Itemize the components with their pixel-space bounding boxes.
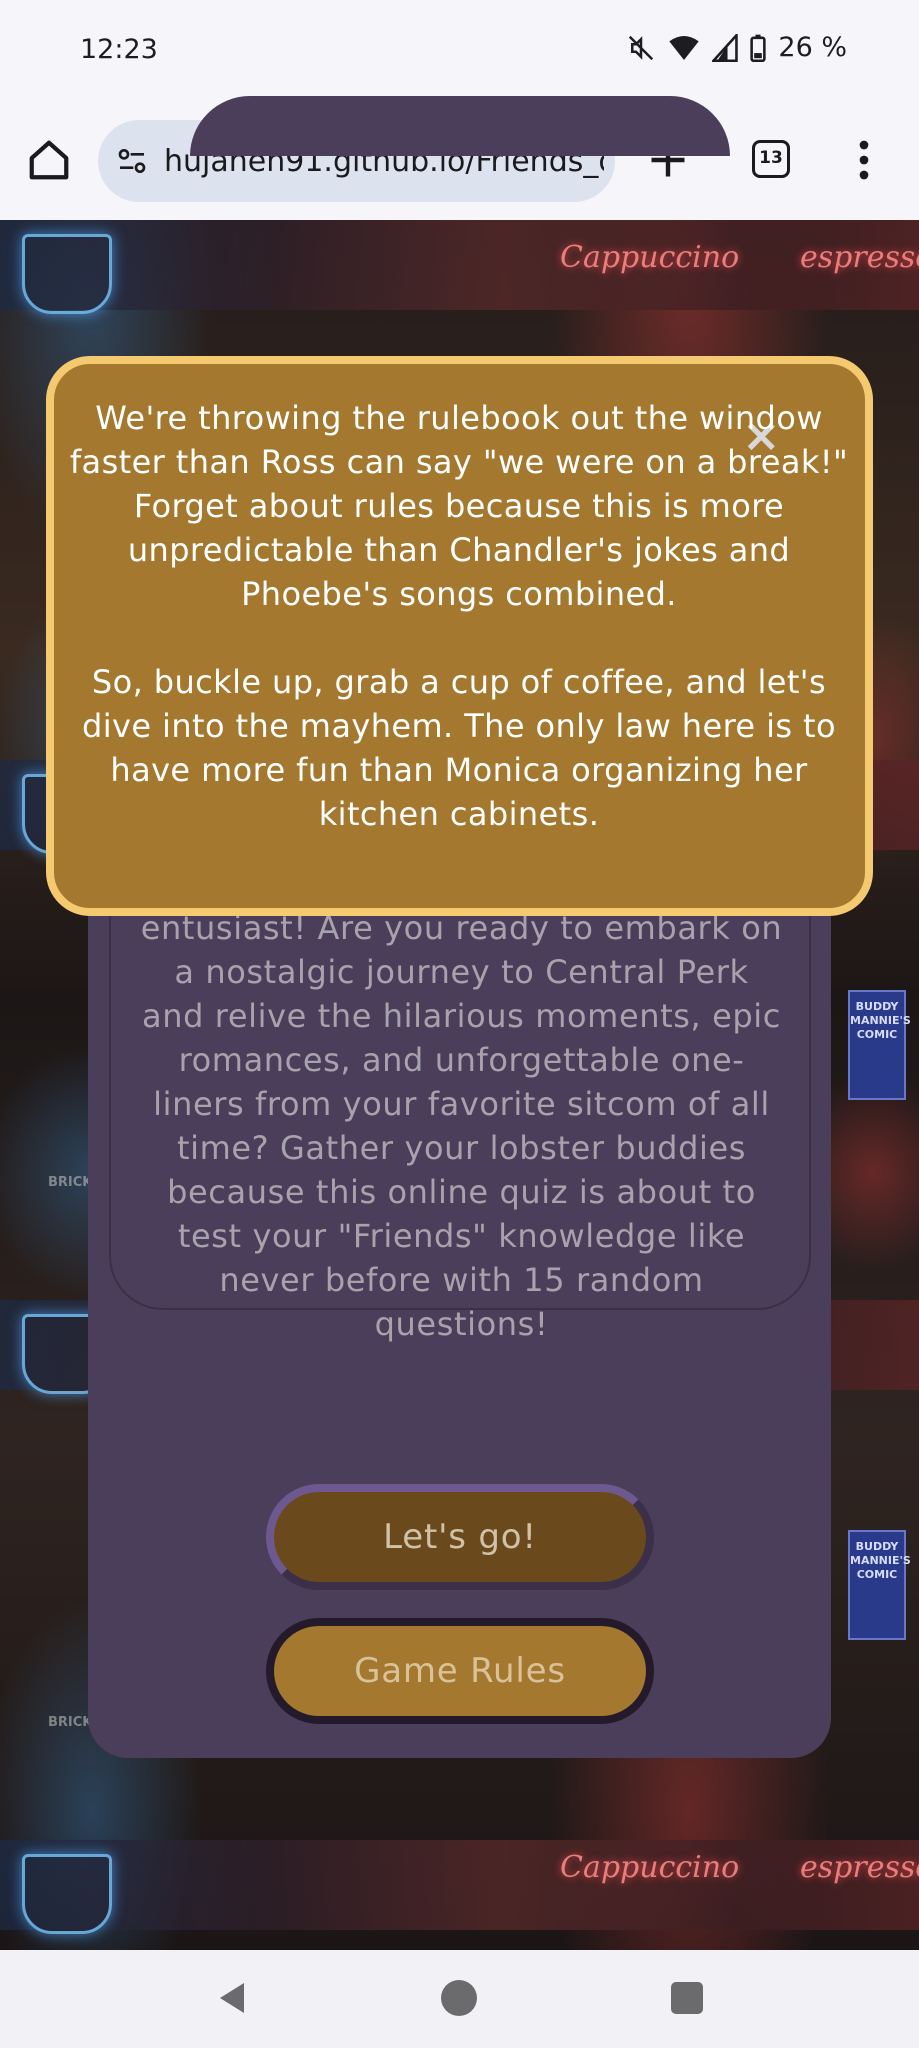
rules-paragraph-1: We're throwing the rulebook out the wind… — [69, 399, 849, 613]
game-rules-button[interactable]: Game Rules — [266, 1618, 654, 1724]
battery-icon — [750, 34, 767, 62]
status-time: 12:23 — [80, 34, 158, 65]
comic-poster: BUDDY MANNIE'S COMIC — [848, 1530, 911, 1640]
neon-cup-icon — [22, 234, 112, 314]
cappuccino-sign: Cappuccino — [560, 1850, 740, 1885]
home-nav-icon[interactable] — [441, 1980, 477, 2016]
card-top — [190, 96, 730, 156]
wifi-icon — [668, 33, 700, 63]
mute-icon — [626, 33, 656, 63]
background-band — [0, 1840, 919, 1930]
recents-icon[interactable] — [671, 1982, 703, 2014]
system-nav-bar — [0, 1950, 919, 2048]
comic-poster: BUDDY MANNIE'S COMIC — [848, 990, 911, 1100]
start-quiz-button[interactable]: Let's go! — [266, 1484, 654, 1590]
menu-icon[interactable] — [858, 140, 870, 184]
cappuccino-sign: Cappuccino — [560, 240, 740, 275]
status-icons: 26 % — [626, 32, 847, 63]
espresso-sign: espresso — [800, 240, 919, 275]
background-band — [0, 220, 919, 310]
status-bar: 12:23 26 % — [0, 0, 919, 110]
battery-level: 26 % — [778, 32, 847, 63]
intro-text: entusiast! Are you ready to embark on a … — [140, 909, 783, 1343]
neon-cup-icon — [22, 1854, 112, 1934]
home-icon[interactable] — [26, 137, 72, 183]
site-settings-icon[interactable] — [116, 145, 148, 181]
tabs-icon[interactable]: 13 — [752, 140, 790, 178]
rules-paragraph-2: So, buckle up, grab a cup of coffee, and… — [82, 663, 836, 833]
rules-text: We're throwing the rulebook out the wind… — [66, 396, 852, 836]
signal-icon — [712, 33, 739, 62]
espresso-sign: espresso — [800, 1850, 919, 1885]
back-icon[interactable] — [214, 1980, 250, 2020]
